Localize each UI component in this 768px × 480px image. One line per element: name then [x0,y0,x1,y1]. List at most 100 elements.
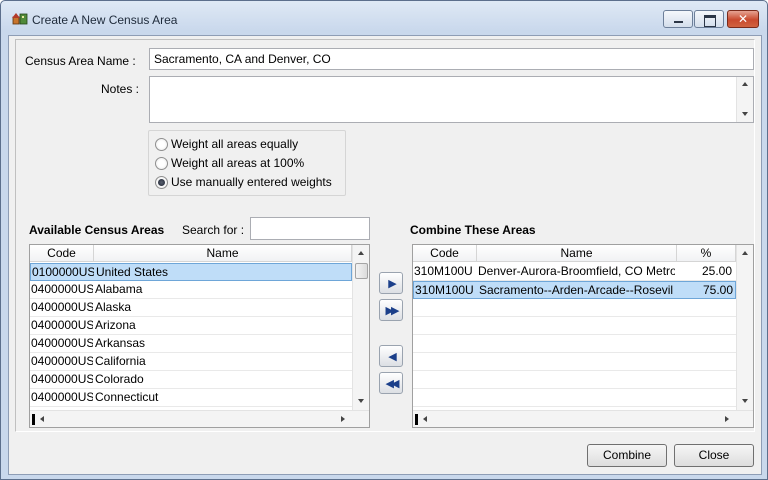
table-row[interactable]: 0400000US Connecticut [30,389,352,407]
search-label: Search for : [182,223,245,237]
window-title: Create A New Census Area [32,13,178,27]
empty-row [413,371,736,389]
column-header-percent[interactable]: % [677,245,736,262]
table-row[interactable]: 0400000US Alaska [30,299,352,317]
cell-name: California [95,354,146,368]
combine-areas-table: Code Name % 310M100U Denver-Aurora-Broomf… [412,244,754,428]
close-window-button[interactable]: ✕ [727,10,759,28]
cell-name: Sacramento--Arden-Arcade--Rosevil [479,283,674,297]
main-panel: Census Area Name : Sacramento, CA and De… [15,39,755,432]
scroll-thumb[interactable] [355,263,368,279]
cell-code: 0400000US [31,354,93,368]
remove-area-button[interactable]: ◀ [379,345,403,367]
cell-code: 0400000US [31,300,93,314]
search-input[interactable] [250,217,370,240]
cell-name: United States [96,265,169,279]
table-row[interactable]: 0100000US United States [30,263,352,281]
cell-name: Colorado [95,372,144,386]
empty-row [413,389,736,407]
scroll-position-marker [32,414,35,425]
cell-code: 0400000US [31,336,93,350]
scroll-up-icon[interactable] [358,251,364,255]
empty-row [413,299,736,317]
notes-scrollbar[interactable] [736,77,753,122]
cell-code: 0400000US [31,318,93,332]
combine-button[interactable]: Combine [587,444,667,467]
table-row[interactable]: 0400000US California [30,353,352,371]
column-header-name[interactable]: Name [94,245,352,262]
cell-name: Alabama [95,282,143,296]
radio-label: Weight all areas equally [171,137,299,151]
table-row[interactable]: 0400000US Arkansas [30,335,352,353]
table-header: Code Name % [413,245,736,262]
radio-button-checked[interactable] [155,176,168,189]
scroll-right-icon[interactable] [341,416,345,422]
combine-vertical-scrollbar[interactable] [736,245,753,410]
census-area-name-label: Census Area Name : [25,54,136,68]
radio-button[interactable] [155,157,168,170]
table-row[interactable]: 310M100U Sacramento--Arden-Arcade--Rosevi… [413,281,736,299]
add-area-button[interactable]: ▶ [379,272,403,294]
cell-code: 310M100U [415,283,474,297]
double-arrow-left-icon: ◀◀ [385,377,400,390]
table-row[interactable]: 310M100U Denver-Aurora-Broomfield, CO Met… [413,263,736,281]
notes-label: Notes : [101,82,140,96]
notes-textarea[interactable] [149,76,754,123]
scroll-down-icon[interactable] [358,399,364,403]
close-icon: ✕ [737,12,749,26]
combine-horizontal-scrollbar[interactable] [413,410,753,427]
scroll-right-icon[interactable] [725,416,729,422]
scroll-up-icon[interactable] [742,251,748,255]
weighting-options: Weight all areas equally Weight all area… [148,130,346,196]
arrow-right-icon: ▶ [388,277,396,290]
cell-percent[interactable]: 25.00 [677,263,732,280]
column-header-name[interactable]: Name [477,245,677,262]
dialog-window: Create A New Census Area ✕ Census Area N… [0,0,768,480]
column-header-code[interactable]: Code [413,245,477,262]
radio-label: Weight all areas at 100% [171,156,305,170]
cell-code: 0100000US [32,265,94,279]
available-areas-title: Available Census Areas [29,223,165,237]
cell-name: Alaska [95,300,132,314]
cell-code: 310M100U [414,264,473,278]
table-row[interactable]: 0400000US Arizona [30,317,352,335]
column-header-code[interactable]: Code [30,245,94,262]
scroll-left-icon[interactable] [423,416,427,422]
table-row[interactable]: 0400000US Alabama [30,281,352,299]
add-all-areas-button[interactable]: ▶▶ [379,299,403,321]
scroll-position-marker [415,414,418,425]
scroll-down-icon[interactable] [742,112,748,116]
arrow-left-icon: ◀ [388,350,396,363]
scroll-left-icon[interactable] [40,416,44,422]
cell-name: Denver-Aurora-Broomfield, CO Metro [478,264,675,278]
cell-code: 0400000US [31,390,93,404]
scroll-up-icon[interactable] [742,82,748,86]
table-header: Code Name [30,245,352,262]
empty-row [413,317,736,335]
census-map-icon [12,13,28,25]
cell-name: Arkansas [95,336,146,350]
available-vertical-scrollbar[interactable] [352,245,369,410]
minimize-button[interactable] [663,10,693,28]
census-area-name-input[interactable]: Sacramento, CA and Denver, CO [149,48,754,70]
cell-name: Arizona [95,318,136,332]
radio-button[interactable] [155,138,168,151]
empty-row [413,335,736,353]
remove-all-areas-button[interactable]: ◀◀ [379,372,403,394]
cell-percent[interactable]: 75.00 [678,282,733,299]
combine-areas-title: Combine These Areas [410,223,536,237]
dialog-client-area: Census Area Name : Sacramento, CA and De… [8,35,762,475]
title-bar[interactable]: Create A New Census Area ✕ [1,1,767,35]
scroll-down-icon[interactable] [742,399,748,403]
cell-code: 0400000US [31,282,93,296]
double-arrow-right-icon: ▶▶ [385,304,400,317]
close-button[interactable]: Close [674,444,754,467]
radio-label: Use manually entered weights [171,175,332,189]
available-areas-table: Code Name 0100000US United States 0400000U… [29,244,370,428]
empty-row [413,353,736,371]
cell-name: Connecticut [95,390,159,404]
maximize-button[interactable] [694,10,724,28]
available-horizontal-scrollbar[interactable] [30,410,369,427]
table-row[interactable]: 0400000US Colorado [30,371,352,389]
cell-code: 0400000US [31,372,93,386]
